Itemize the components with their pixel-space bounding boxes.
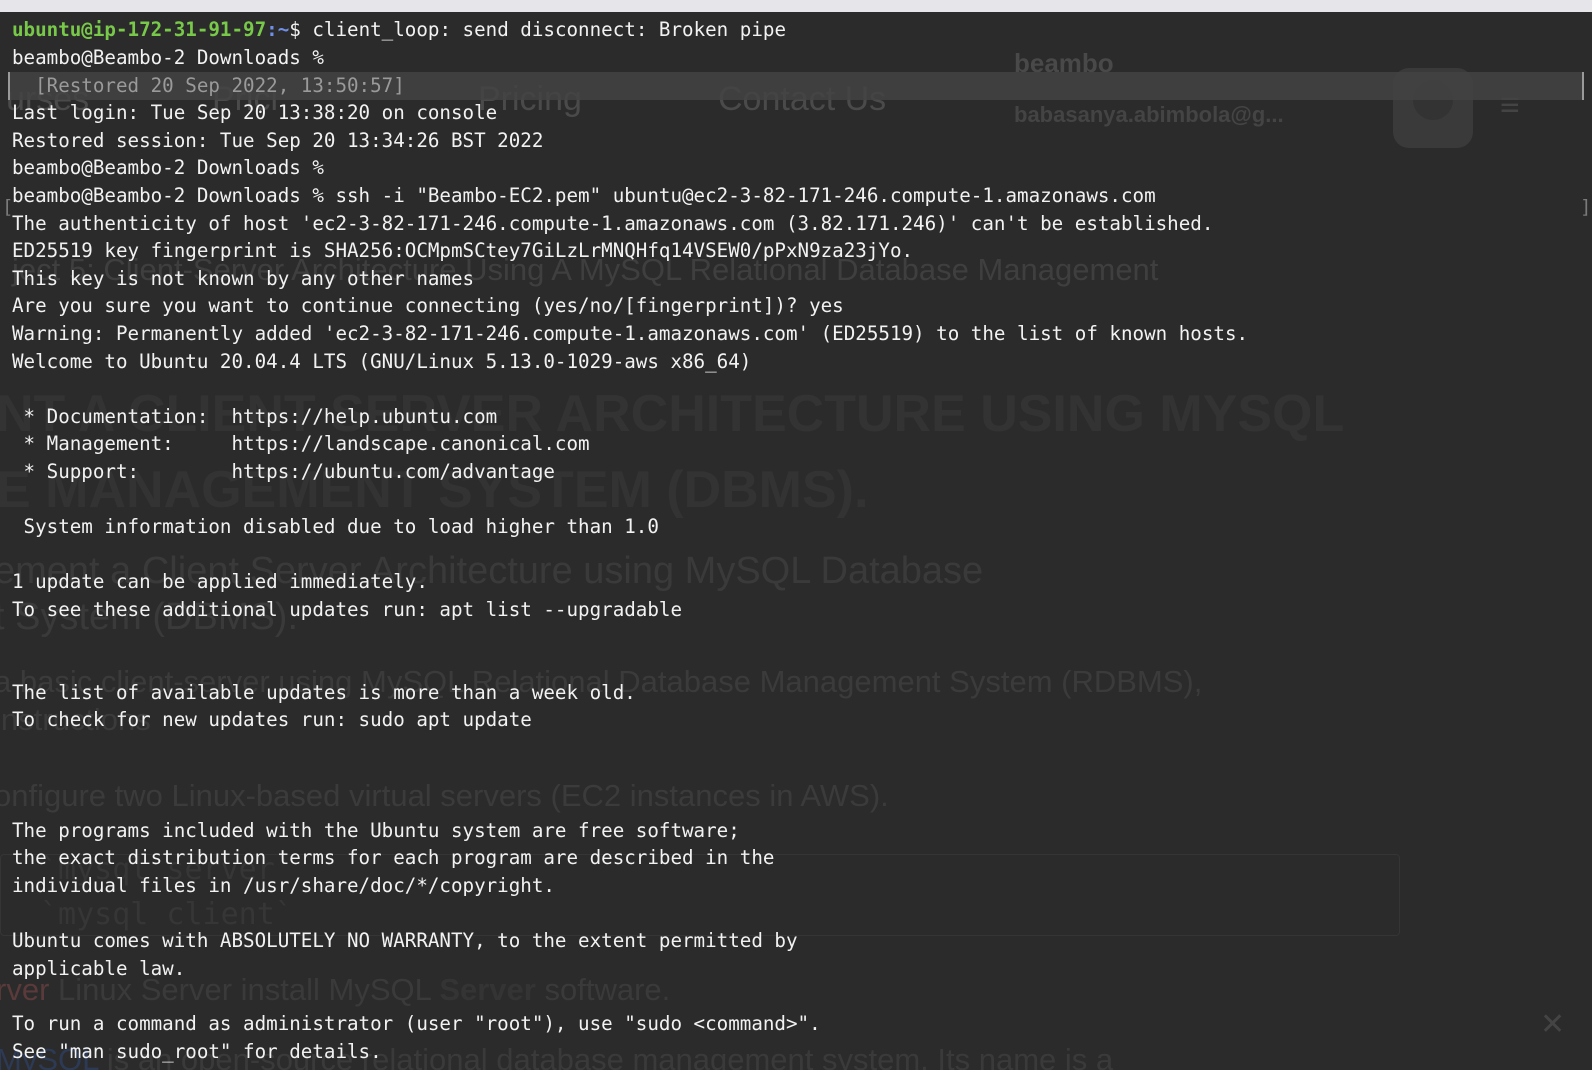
terminal-line: beambo@Beambo-2 Downloads % [12,156,324,180]
terminal-line: beambo@Beambo-2 Downloads % [12,46,324,69]
terminal-line: To run a command as administrator (user … [12,1012,821,1035]
terminal-window[interactable]: [ ] ubuntu@ip-172-31-91-97:~$ client_loo… [0,12,1592,1070]
terminal-line: the exact distribution terms for each pr… [12,846,775,870]
terminal-line: Are you sure you want to continue connec… [12,294,844,318]
terminal-prompt-line: ubuntu@ip-172-31-91-97:~$ client_loop: s… [12,16,786,44]
terminal-line: Ubuntu comes with ABSOLUTELY NO WARRANTY… [12,929,798,953]
terminal-line: See "man sudo_root" for details. [12,1039,382,1063]
terminal-line: The list of available updates is more th… [12,680,636,704]
terminal-line: 1 update can be applied immediately. [12,570,428,594]
terminal-line: This key is not known by any other names [12,266,475,290]
restored-bar-right-mark [1582,72,1584,100]
selection-bracket-right: ] [1580,196,1592,218]
terminal-line: System information disabled due to load … [12,515,659,539]
terminal-line: To see these additional updates run: apt… [12,598,683,621]
terminal-line: beambo@Beambo-2 Downloads % ssh -i "Beam… [12,184,1156,207]
terminal-line: Last login: Tue Sep 20 13:38:20 on conso… [12,101,498,125]
restored-bar-left-mark [8,72,10,100]
terminal-line: The programs included with the Ubuntu sy… [12,818,740,842]
terminal-line: * Documentation: https://help.ubuntu.com [12,404,498,428]
terminal-line: To check for new updates run: sudo apt u… [12,708,532,732]
prompt-user-host: ubuntu@ip-172-31-91-97 [12,18,267,41]
terminal-line: Warning: Permanently added 'ec2-3-82-171… [12,322,1249,345]
terminal-line: Welcome to Ubuntu 20.04.4 LTS (GNU/Linux… [12,349,752,373]
prompt-command: $ client_loop: send disconnect: Broken p… [289,18,786,41]
prompt-path: :~ [266,18,290,41]
restored-banner: [Restored 20 Sep 2022, 13:50:57] [12,74,405,97]
terminal-line: Restored session: Tue Sep 20 13:34:26 BS… [12,128,544,152]
terminal-line: * Support: https://ubuntu.com/advantage [12,460,555,483]
terminal-line: The authenticity of host 'ec2-3-82-171-2… [12,211,1214,235]
window-top-strip [0,0,1592,12]
terminal-line: applicable law. [12,956,186,980]
terminal-line: * Management: https://landscape.canonica… [12,432,590,456]
terminal-line: individual files in /usr/share/doc/*/cop… [12,874,555,897]
terminal-line: ED25519 key fingerprint is SHA256:OCMpmS… [12,239,914,263]
